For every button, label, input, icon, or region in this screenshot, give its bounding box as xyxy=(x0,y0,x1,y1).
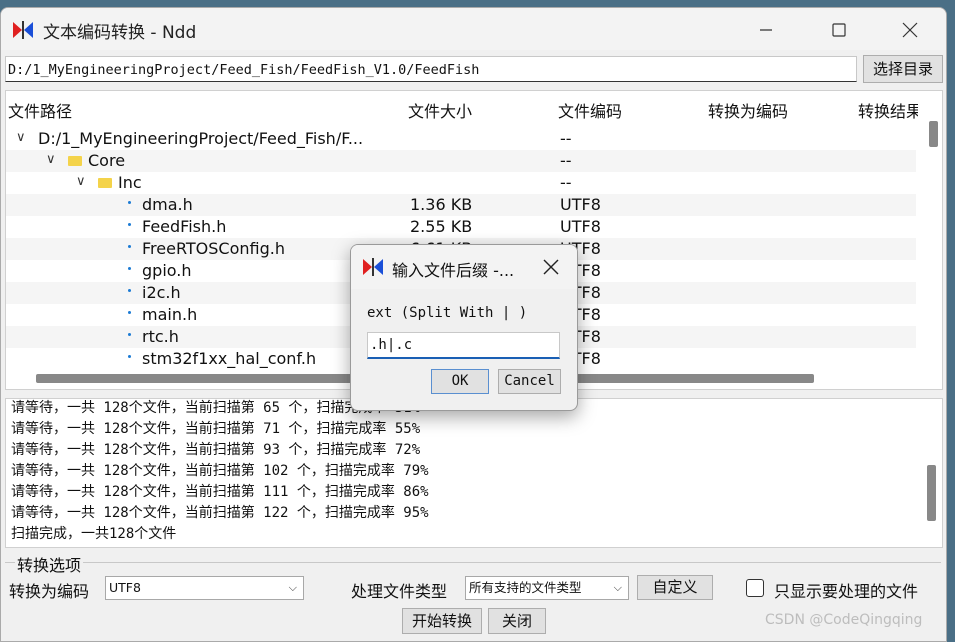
convert-to-value: UTF8 xyxy=(109,580,141,595)
tree-row[interactable]: ∨ D:/1_MyEngineeringProject/Feed_Fish/F..… xyxy=(6,128,916,150)
file-type-value: 所有支持的文件类型 xyxy=(469,580,582,595)
close-icon xyxy=(902,22,918,38)
tree-header: 文件路径 文件大小 文件编码 转换为编码 转换结果 xyxy=(6,91,942,121)
select-directory-button[interactable]: 选择目录 xyxy=(863,55,943,83)
file-encoding: -- xyxy=(560,173,572,192)
close-button[interactable]: 关闭 xyxy=(488,608,546,634)
ndd-app-icon xyxy=(13,21,33,39)
folder-icon xyxy=(68,156,82,166)
dialog-title-bar[interactable]: 输入文件后缀 -... xyxy=(351,245,577,289)
file-name: FeedFish.h xyxy=(142,217,227,236)
file-icon xyxy=(128,333,131,336)
file-icon xyxy=(128,201,131,204)
tree-row[interactable]: FeedFish.h 2.55 KB UTF8 xyxy=(6,216,916,238)
dialog-close-button[interactable] xyxy=(537,255,565,279)
input-suffix-dialog: 输入文件后缀 -... ext (Split With | ) .h|.c OK… xyxy=(350,244,578,411)
file-icon xyxy=(128,223,131,226)
header-file-path[interactable]: 文件路径 xyxy=(8,98,72,122)
minimize-icon xyxy=(760,29,772,31)
chevron-down-icon: ⌵ xyxy=(288,581,297,594)
header-convert-result[interactable]: 转换结果 xyxy=(858,98,918,122)
dialog-prompt: ext (Split With | ) xyxy=(367,305,528,321)
close-icon xyxy=(543,259,559,275)
file-name: Inc xyxy=(118,173,142,192)
tree-row[interactable]: ∨ Inc -- xyxy=(6,172,916,194)
minimize-button[interactable] xyxy=(743,14,789,46)
convert-to-label: 转换为编码 xyxy=(9,582,90,601)
tree-row[interactable]: ∨ Core -- xyxy=(6,150,916,172)
window-title: 文本编码转换 - Ndd xyxy=(43,23,197,43)
header-target-encoding[interactable]: 转换为编码 xyxy=(708,98,788,122)
file-icon xyxy=(128,289,131,292)
only-show-checkbox[interactable] xyxy=(746,579,764,597)
title-bar[interactable]: 文本编码转换 - Ndd xyxy=(1,8,946,50)
file-encoding: UTF8 xyxy=(560,217,601,236)
log-line: 扫描完成，一共128个文件 xyxy=(11,526,177,542)
expand-chevron-icon[interactable]: ∨ xyxy=(76,174,86,189)
start-convert-button[interactable]: 开始转换 xyxy=(402,608,482,634)
tree-row[interactable]: dma.h 1.36 KB UTF8 xyxy=(6,194,916,216)
file-name: i2c.h xyxy=(142,283,181,302)
custom-button[interactable]: 自定义 xyxy=(637,575,713,600)
log-line: 请等待，一共 128个文件，当前扫描第 122 个，扫描完成率 95% xyxy=(11,505,429,521)
expand-chevron-icon[interactable]: ∨ xyxy=(46,152,56,167)
log-line: 请等待，一共 128个文件，当前扫描第 71 个，扫描完成率 55% xyxy=(11,421,421,437)
dialog-ok-button[interactable]: OK xyxy=(431,369,489,394)
file-size: 2.55 KB xyxy=(410,217,473,236)
log-line: 请等待，一共 128个文件，当前扫描第 102 个，扫描完成率 79% xyxy=(11,463,429,479)
file-name: rtc.h xyxy=(142,327,179,346)
expand-chevron-icon[interactable]: ∨ xyxy=(16,130,26,145)
log-line: 请等待，一共 128个文件，当前扫描第 111 个，扫描完成率 86% xyxy=(11,484,429,500)
maximize-button[interactable] xyxy=(816,14,862,46)
log-line: 请等待，一共 128个文件，当前扫描第 93 个，扫描完成率 72% xyxy=(11,442,421,458)
options-group-border xyxy=(5,562,941,563)
file-icon xyxy=(128,311,131,314)
dialog-title: 输入文件后缀 -... xyxy=(392,261,515,280)
tree-vertical-scrollbar[interactable] xyxy=(929,121,938,147)
file-name: dma.h xyxy=(142,195,193,214)
directory-path-field[interactable]: D:/1_MyEngineeringProject/Feed_Fish/Feed… xyxy=(5,56,857,82)
file-icon xyxy=(128,267,131,270)
close-window-button[interactable] xyxy=(887,14,933,46)
csdn-watermark: CSDN @CodeQingqing xyxy=(765,612,923,628)
file-encoding: -- xyxy=(560,151,572,170)
log-scrollbar[interactable] xyxy=(927,465,936,521)
file-name: D:/1_MyEngineeringProject/Feed_Fish/F... xyxy=(38,129,364,148)
dialog-cancel-button[interactable]: Cancel xyxy=(498,369,561,394)
suffix-input[interactable]: .h|.c xyxy=(367,332,560,359)
ndd-app-icon xyxy=(363,258,383,276)
file-type-label: 处理文件类型 xyxy=(351,582,448,601)
file-encoding: -- xyxy=(560,129,572,148)
chevron-down-icon: ⌵ xyxy=(613,581,622,594)
options-group-title: 转换选项 xyxy=(15,552,84,576)
convert-to-select[interactable]: UTF8 ⌵ xyxy=(105,576,304,600)
file-type-select[interactable]: 所有支持的文件类型 ⌵ xyxy=(465,576,629,600)
file-encoding: UTF8 xyxy=(560,195,601,214)
file-icon xyxy=(128,355,131,358)
maximize-icon xyxy=(832,23,846,37)
file-name: FreeRTOSConfig.h xyxy=(142,239,285,258)
file-name: stm32f1xx_hal_conf.h xyxy=(142,349,317,368)
file-size: 1.36 KB xyxy=(410,195,473,214)
log-panel: 请等待，一共 128个文件，当前扫描第 65 个，扫描完成率 51% 请等待，一共… xyxy=(5,398,943,548)
only-show-label[interactable]: 只显示要处理的文件 xyxy=(774,578,918,602)
file-name: Core xyxy=(88,151,126,170)
header-file-size[interactable]: 文件大小 xyxy=(408,98,472,122)
header-file-encoding[interactable]: 文件编码 xyxy=(558,98,622,122)
file-icon xyxy=(128,245,131,248)
file-name: gpio.h xyxy=(142,261,192,280)
file-name: main.h xyxy=(142,305,198,324)
folder-icon xyxy=(98,178,112,188)
